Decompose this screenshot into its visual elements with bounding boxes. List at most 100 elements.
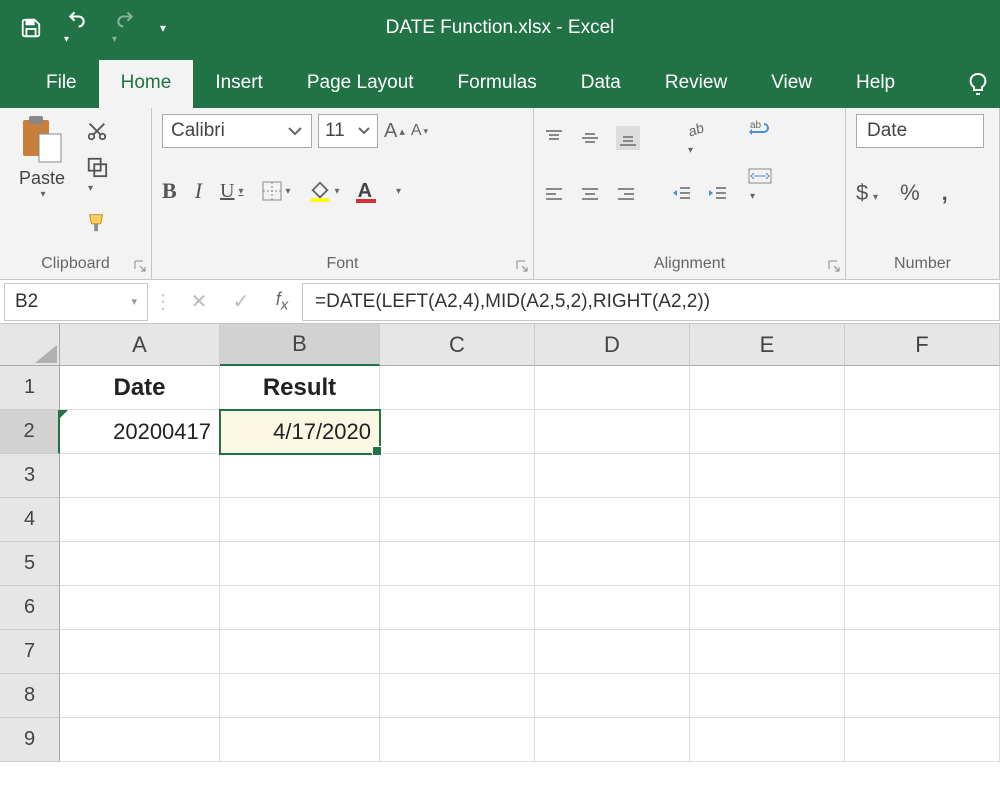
align-bottom-icon[interactable] (616, 126, 640, 150)
cell-E2[interactable] (690, 410, 845, 454)
underline-button[interactable]: U▾ (220, 180, 243, 203)
cell-A7[interactable] (60, 630, 220, 674)
decrease-font-icon[interactable]: A▾ (411, 114, 428, 148)
clipboard-launcher-icon[interactable] (133, 259, 147, 273)
cell-B3[interactable] (220, 454, 380, 498)
currency-icon[interactable]: $ ▾ (856, 180, 878, 206)
cell-A2[interactable]: 20200417 (60, 410, 220, 454)
cell-B4[interactable] (220, 498, 380, 542)
cell-A6[interactable] (60, 586, 220, 630)
tab-home[interactable]: Home (99, 60, 194, 108)
fx-icon[interactable]: fx (262, 289, 302, 314)
col-header-D[interactable]: D (535, 324, 690, 366)
tab-review[interactable]: Review (643, 60, 749, 108)
cut-icon[interactable] (86, 120, 108, 142)
tab-file[interactable]: File (24, 60, 99, 108)
font-size-select[interactable]: 11 (318, 114, 378, 148)
italic-button[interactable]: I (195, 178, 202, 204)
cell-F5[interactable] (845, 542, 1000, 586)
cell-E4[interactable] (690, 498, 845, 542)
col-header-E[interactable]: E (690, 324, 845, 366)
cell-C3[interactable] (380, 454, 535, 498)
align-top-icon[interactable] (544, 128, 564, 148)
cell-C8[interactable] (380, 674, 535, 718)
col-header-A[interactable]: A (60, 324, 220, 366)
tab-insert[interactable]: Insert (193, 60, 285, 108)
undo-icon[interactable]: ▾ (64, 9, 90, 47)
cell-F8[interactable] (845, 674, 1000, 718)
cell-F1[interactable] (845, 366, 1000, 410)
percent-icon[interactable]: % (900, 180, 920, 206)
font-color-button[interactable]: A▾ (358, 179, 401, 204)
cell-D8[interactable] (535, 674, 690, 718)
cell-E6[interactable] (690, 586, 845, 630)
align-middle-icon[interactable] (580, 128, 600, 148)
cell-D1[interactable] (535, 366, 690, 410)
row-header-8[interactable]: 8 (0, 674, 60, 718)
cell-A8[interactable] (60, 674, 220, 718)
formula-input[interactable]: =DATE(LEFT(A2,4),MID(A2,5,2),RIGHT(A2,2)… (302, 283, 1000, 321)
cell-D4[interactable] (535, 498, 690, 542)
cell-F2[interactable] (845, 410, 1000, 454)
increase-indent-icon[interactable] (708, 184, 728, 204)
cell-E9[interactable] (690, 718, 845, 762)
fill-color-button[interactable]: ▾ (309, 180, 340, 202)
row-header-9[interactable]: 9 (0, 718, 60, 762)
cell-B6[interactable] (220, 586, 380, 630)
cell-A4[interactable] (60, 498, 220, 542)
tab-formulas[interactable]: Formulas (436, 60, 559, 108)
cell-D6[interactable] (535, 586, 690, 630)
name-box[interactable]: B2▾ (4, 283, 148, 321)
number-format-select[interactable]: Date (856, 114, 984, 148)
cancel-formula-icon[interactable]: ✕ (178, 289, 220, 314)
tab-page-layout[interactable]: Page Layout (285, 60, 436, 108)
comma-icon[interactable]: , (942, 180, 948, 206)
wrap-text-icon[interactable]: ab (748, 118, 772, 140)
redo-icon[interactable]: ▾ (112, 9, 138, 47)
cell-B8[interactable] (220, 674, 380, 718)
cell-A1[interactable]: Date (60, 366, 220, 410)
cell-C6[interactable] (380, 586, 535, 630)
cell-C7[interactable] (380, 630, 535, 674)
increase-font-icon[interactable]: A▴ (384, 114, 405, 148)
font-name-select[interactable]: Calibri (162, 114, 312, 148)
orientation-icon[interactable]: ab▾ (686, 118, 708, 158)
cell-F6[interactable] (845, 586, 1000, 630)
tab-view[interactable]: View (749, 60, 834, 108)
cell-F4[interactable] (845, 498, 1000, 542)
cell-E7[interactable] (690, 630, 845, 674)
decrease-indent-icon[interactable] (672, 184, 692, 204)
tab-data[interactable]: Data (559, 60, 643, 108)
cell-B7[interactable] (220, 630, 380, 674)
cell-C9[interactable] (380, 718, 535, 762)
cell-B1[interactable]: Result (220, 366, 380, 410)
cell-B2[interactable]: 4/17/2020 (220, 410, 380, 454)
row-header-6[interactable]: 6 (0, 586, 60, 630)
align-center-icon[interactable] (580, 184, 600, 204)
tab-help[interactable]: Help (834, 60, 917, 108)
col-header-B[interactable]: B (220, 324, 380, 366)
cell-E1[interactable] (690, 366, 845, 410)
cell-D5[interactable] (535, 542, 690, 586)
borders-button[interactable]: ▾ (262, 181, 291, 201)
cell-D7[interactable] (535, 630, 690, 674)
paste-button[interactable]: Paste ▾ (10, 114, 74, 200)
cell-F9[interactable] (845, 718, 1000, 762)
qat-customize-icon[interactable]: ▾ (160, 21, 166, 35)
alignment-launcher-icon[interactable] (827, 259, 841, 273)
align-right-icon[interactable] (616, 184, 636, 204)
align-left-icon[interactable] (544, 184, 564, 204)
cell-F3[interactable] (845, 454, 1000, 498)
row-header-7[interactable]: 7 (0, 630, 60, 674)
cell-C1[interactable] (380, 366, 535, 410)
col-header-F[interactable]: F (845, 324, 1000, 366)
merge-center-icon[interactable]: ▾ (748, 166, 772, 204)
cell-D3[interactable] (535, 454, 690, 498)
cell-E8[interactable] (690, 674, 845, 718)
cell-D2[interactable] (535, 410, 690, 454)
cell-E3[interactable] (690, 454, 845, 498)
cell-A5[interactable] (60, 542, 220, 586)
select-all-corner[interactable] (0, 324, 60, 366)
row-header-3[interactable]: 3 (0, 454, 60, 498)
lightbulb-icon[interactable] (966, 72, 990, 108)
